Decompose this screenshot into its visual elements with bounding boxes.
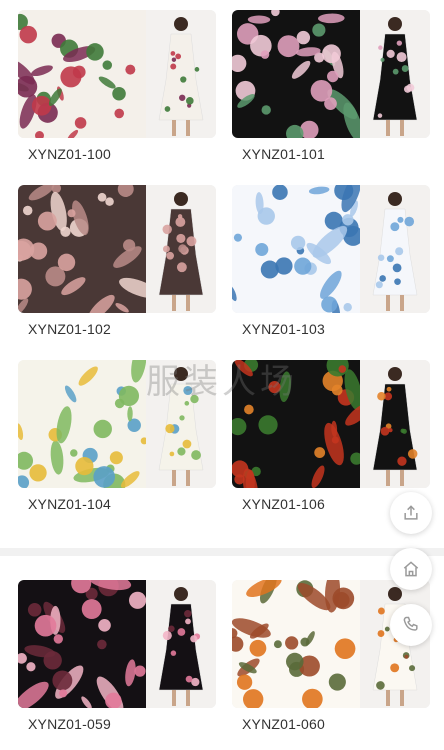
home-button[interactable] [390,548,432,590]
share-button[interactable] [390,492,432,534]
product-code: XYNZ01-103 [242,321,325,337]
phone-button[interactable] [390,604,432,646]
product-code: XYNZ01-059 [28,716,111,732]
product-code: XYNZ01-060 [242,716,325,732]
product-code: XYNZ01-106 [242,496,325,512]
fabric-thumbnail[interactable] [232,185,430,313]
fabric-thumbnail[interactable] [18,185,216,313]
product-code: XYNZ01-102 [28,321,111,337]
fabric-thumbnail[interactable] [18,10,216,138]
fabric-thumbnail[interactable] [18,580,216,708]
fabric-thumbnail[interactable] [232,10,430,138]
fabric-thumbnail[interactable] [232,580,430,708]
section-divider [0,548,444,556]
product-code: XYNZ01-101 [242,146,325,162]
watermark-text: 服装人场 [146,362,298,402]
home-icon [403,561,419,577]
share-icon [404,505,418,520]
phone-icon [403,616,418,631]
product-code: XYNZ01-104 [28,496,111,512]
product-code: XYNZ01-100 [28,146,111,162]
